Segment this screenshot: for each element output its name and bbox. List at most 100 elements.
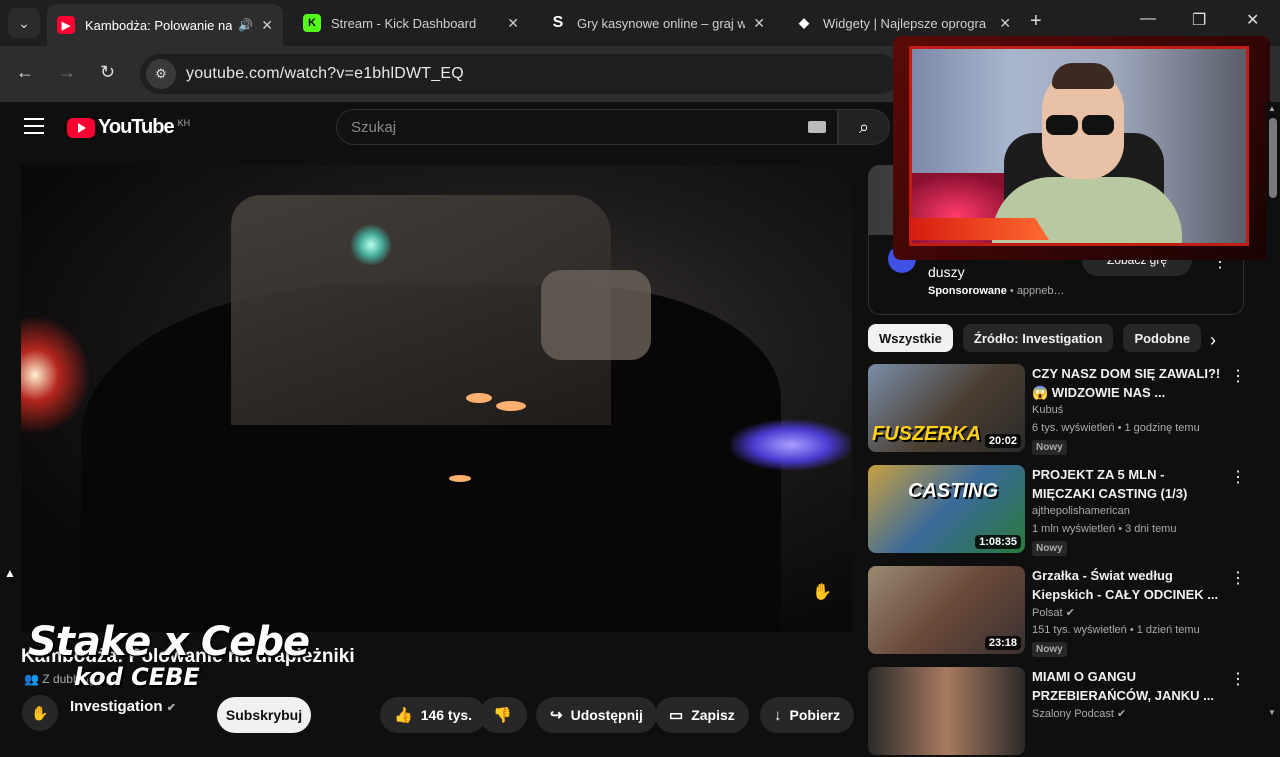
new-badge: Nowy: [1032, 541, 1067, 556]
video-meta: 151 tys. wyświetleń • 1 dzień temu: [1032, 624, 1200, 636]
list-item[interactable]: 23:18 Grzałka - Świat według Kiepskich -…: [868, 566, 1248, 657]
tab-youtube[interactable]: ▶ Kambodża: Polowanie na drapieżniki 🔊 ✕: [47, 4, 283, 46]
webcam-frame-accent: [909, 218, 1049, 240]
thumbs-up-icon: 👍: [394, 707, 413, 724]
mouse-cursor-icon: ▲: [4, 566, 16, 580]
list-item[interactable]: CASTING 1:08:35 PROJEKT ZA 5 MLN - MIĘCZ…: [868, 465, 1248, 556]
channel-name[interactable]: Investigation ✔: [70, 698, 176, 715]
kick-icon: K: [303, 14, 321, 32]
video-thumbnail[interactable]: FUSZERKA 20:02: [868, 364, 1025, 452]
video-title[interactable]: MIAMI O GANGU PRZEBIERAŃCÓW, JANKU ...: [1032, 667, 1222, 705]
channel-name[interactable]: Polsat ✔: [1032, 606, 1075, 619]
verified-icon: ✔: [1065, 607, 1075, 619]
light-reflection: [466, 393, 492, 403]
save-button[interactable]: ▭ Zapisz: [655, 697, 749, 733]
video-thumbnail[interactable]: 23:18: [868, 566, 1025, 654]
subscribe-button[interactable]: Subskrybuj: [217, 697, 311, 733]
more-options-icon[interactable]: ⋮: [1230, 366, 1246, 386]
address-bar[interactable]: ⚙ youtube.com/watch?v=e1bhlDWT_EQ: [140, 54, 900, 94]
keyboard-icon[interactable]: [808, 121, 826, 133]
sponsored-label: Sponsorowane: [928, 285, 1007, 297]
speaker-icon[interactable]: 🔊: [238, 18, 253, 32]
hamburger-menu-icon[interactable]: [24, 118, 44, 139]
verified-icon: ✔: [1117, 708, 1127, 720]
like-button[interactable]: 👍 146 tys.: [380, 697, 487, 733]
channel-name-text: Szalony Podcast: [1032, 708, 1114, 720]
scroll-down-icon[interactable]: ▼: [1268, 708, 1276, 717]
like-count: 146 tys.: [420, 707, 473, 723]
site-settings-icon[interactable]: ⚙: [146, 59, 176, 89]
thumbnail-caption: CASTING: [908, 480, 998, 502]
more-options-icon[interactable]: ⋮: [1230, 669, 1246, 689]
tab-stake[interactable]: S Gry kasynowe online – graj w ✕: [539, 6, 775, 40]
video-player[interactable]: ✋: [21, 165, 852, 632]
search-button[interactable]: ⌕: [838, 109, 890, 145]
share-button[interactable]: ↪ Udostępnij: [536, 697, 657, 733]
url-text[interactable]: youtube.com/watch?v=e1bhlDWT_EQ: [186, 65, 464, 83]
new-badge: Nowy: [1032, 440, 1067, 455]
youtube-logo[interactable]: YouTube KH: [67, 116, 190, 139]
list-item[interactable]: FUSZERKA 20:02 CZY NASZ DOM SIĘ ZAWALI?!…: [868, 364, 1248, 455]
more-options-icon[interactable]: ⋮: [1230, 568, 1246, 588]
tab-title: Widgety | Najlepsze oprogra: [823, 15, 987, 31]
light-reflection: [449, 475, 471, 482]
close-tab-icon[interactable]: ✕: [999, 15, 1011, 32]
tab-kick[interactable]: K Stream - Kick Dashboard ✕: [293, 6, 529, 40]
list-item[interactable]: MIAMI O GANGU PRZEBIERAŃCÓW, JANKU ... S…: [868, 667, 1248, 757]
youtube-wordmark: YouTube: [98, 116, 175, 138]
close-window-icon[interactable]: ✕: [1246, 10, 1259, 30]
channel-name-text: Polsat: [1032, 607, 1063, 619]
tab-title: Stream - Kick Dashboard: [331, 15, 477, 31]
overlay-code: kod CEBE: [74, 663, 200, 691]
close-tab-icon[interactable]: ✕: [507, 15, 519, 32]
youtube-icon: ▶: [57, 16, 75, 34]
new-badge: Nowy: [1032, 642, 1067, 657]
video-title[interactable]: CZY NASZ DOM SIĘ ZAWALI?! 😱 WIDZOWIE NAS…: [1032, 364, 1222, 402]
thumbnail-caption: FUSZERKA: [872, 423, 981, 445]
reload-icon[interactable]: ↻: [100, 62, 115, 83]
more-options-icon[interactable]: ⋮: [1230, 467, 1246, 487]
filter-chips: Wszystkie Źródło: Investigation Podobne: [868, 324, 1211, 352]
chip-similar[interactable]: Podobne: [1123, 324, 1202, 352]
restore-icon[interactable]: ❐: [1192, 10, 1206, 30]
download-button[interactable]: ↓ Pobierz: [760, 697, 855, 733]
download-icon: ↓: [774, 706, 782, 724]
video-title[interactable]: PROJEKT ZA 5 MLN - MIĘCZAKI CASTING (1/3…: [1032, 465, 1222, 503]
street-lights: [21, 315, 91, 435]
chevron-right-icon[interactable]: ›: [1210, 330, 1216, 351]
chip-all[interactable]: Wszystkie: [868, 324, 953, 352]
video-meta: 1 mln wyświetleń • 3 dni temu: [1032, 523, 1177, 535]
light-reflection: [496, 401, 526, 411]
channel-avatar[interactable]: ✋: [22, 695, 58, 731]
tab-search-chevron-icon[interactable]: ⌄: [8, 8, 40, 38]
stake-icon: S: [552, 14, 564, 31]
close-tab-icon[interactable]: ✕: [753, 15, 765, 32]
video-thumbnail[interactable]: CASTING 1:08:35: [868, 465, 1025, 553]
download-label: Pobierz: [789, 707, 841, 723]
overlay-brand: Stake x Cebe: [28, 619, 310, 665]
close-tab-icon[interactable]: ✕: [261, 17, 273, 34]
scrollbar-thumb[interactable]: [1269, 118, 1277, 198]
ad-title[interactable]: duszy: [928, 264, 965, 280]
video-thumbnail[interactable]: [868, 667, 1025, 755]
scroll-up-icon[interactable]: ▲: [1268, 104, 1276, 113]
tab-widgets[interactable]: ◆ Widgety | Najlepsze oprogra ✕: [785, 6, 1021, 40]
dislike-button[interactable]: 👎: [479, 697, 527, 733]
chip-source[interactable]: Źródło: Investigation: [962, 324, 1114, 352]
ad-sponsored-line: Sponsorowane • appneb…: [928, 285, 1065, 297]
minimize-icon[interactable]: —: [1140, 10, 1156, 28]
search-input[interactable]: Szukaj: [336, 109, 838, 145]
new-tab-icon[interactable]: +: [1030, 10, 1042, 33]
webcam-feed: [909, 46, 1249, 246]
channel-name[interactable]: Kubuś: [1032, 404, 1063, 416]
duration-badge: 20:02: [984, 434, 1021, 448]
back-icon[interactable]: ←: [16, 62, 34, 83]
hand-gesture-icon[interactable]: ✋: [812, 582, 832, 602]
verified-icon: ✔: [166, 702, 176, 714]
channel-name[interactable]: Szalony Podcast ✔: [1032, 707, 1126, 720]
forward-icon[interactable]: →: [58, 62, 76, 83]
channel-name[interactable]: ajthepolishamerican: [1032, 505, 1130, 517]
car-headrest: [541, 270, 651, 360]
youtube-play-icon: [67, 117, 95, 138]
video-title[interactable]: Grzałka - Świat według Kiepskich - CAŁY …: [1032, 566, 1222, 604]
